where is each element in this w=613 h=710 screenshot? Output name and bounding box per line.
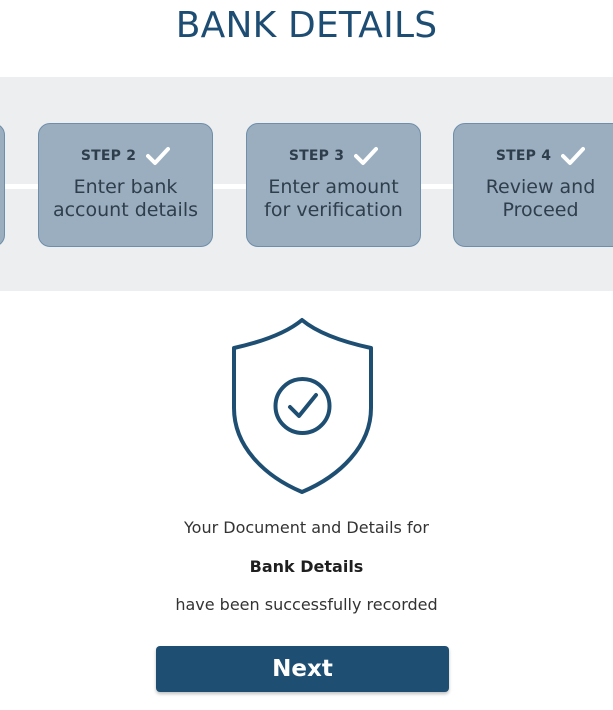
success-message-line: Your Document and Details for [184, 518, 429, 537]
page-title: BANK DETAILS [175, 5, 438, 46]
step-label: STEP 4 [495, 148, 552, 164]
step-card-partial [0, 123, 5, 247]
step-header: STEP 3 [247, 146, 420, 166]
step-description-line: account details [52, 199, 199, 221]
success-message-line: have been successfully recorded [175, 595, 438, 614]
step-description: Review and Proceed [462, 176, 613, 222]
success-message-emphasis: Bank Details [249, 557, 364, 576]
step-description-line: Proceed [502, 199, 579, 221]
step-header: STEP 4 [454, 146, 613, 166]
step-label: STEP 2 [80, 148, 137, 164]
step-card-3[interactable]: STEP 3 Enter amount for verification [246, 123, 421, 247]
step-description-line: Enter amount [268, 176, 399, 198]
step-card-2[interactable]: STEP 2 Enter bank account details [38, 123, 213, 247]
step-description: Enter bank account details [47, 176, 204, 222]
step-header: STEP 2 [39, 146, 212, 166]
step-description-line: Enter bank [73, 176, 178, 198]
step-card-4[interactable]: STEP 4 Review and Proceed [453, 123, 613, 247]
check-icon [561, 147, 586, 165]
step-description-line: for verification [264, 199, 403, 221]
shield-check-icon [232, 318, 373, 494]
step-label: STEP 3 [288, 148, 345, 164]
step-description: Enter amount for verification [255, 176, 412, 222]
steps-progress-band: STEP 2 Enter bank account details STEP 3… [0, 77, 613, 291]
check-icon [354, 147, 379, 165]
step-description-line: Review and [485, 176, 596, 198]
next-button[interactable]: Next [156, 646, 449, 692]
check-icon [146, 147, 171, 165]
